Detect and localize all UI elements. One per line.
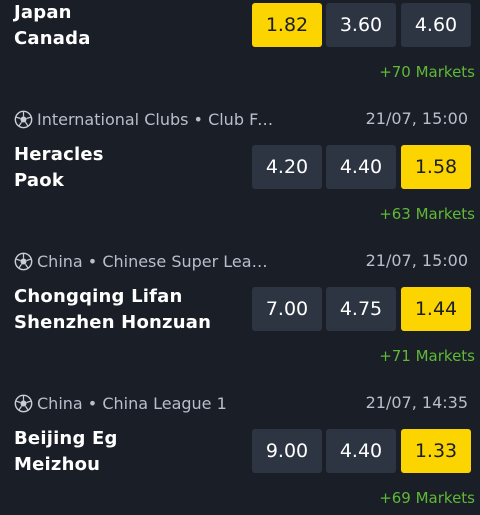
kickoff-time: 21/07, 15:00	[365, 109, 468, 128]
odd-draw-button[interactable]: 4.40	[326, 145, 396, 189]
more-markets-link[interactable]: +70 Markets	[379, 63, 475, 81]
league-label[interactable]: International Clubs • Club Fri...	[37, 110, 277, 129]
odd-home-button[interactable]: 9.00	[252, 429, 322, 473]
odd-away-button[interactable]: 1.58	[401, 145, 471, 189]
match-header: China • Chinese Super League 21/07, 15:0…	[0, 250, 480, 274]
away-team: Canada	[14, 28, 91, 49]
home-team: Heracles	[14, 144, 104, 165]
odd-draw-button[interactable]: 4.40	[326, 429, 396, 473]
match-header: China • China League 1 21/07, 14:35	[0, 392, 480, 416]
odd-home-button[interactable]: 1.82	[252, 3, 322, 47]
odd-home-button[interactable]: 7.00	[252, 287, 322, 331]
more-markets-link[interactable]: +71 Markets	[379, 347, 475, 365]
soccer-ball-icon	[14, 110, 33, 129]
league-label[interactable]: China • Chinese Super League	[37, 252, 277, 271]
soccer-ball-icon	[14, 394, 33, 413]
home-team: Chongqing Lifan	[14, 286, 183, 307]
kickoff-time: 21/07, 14:35	[365, 393, 468, 412]
odd-draw-button[interactable]: 4.75	[326, 287, 396, 331]
home-team: Beijing Eg	[14, 428, 118, 449]
home-team: Japan	[14, 2, 72, 23]
away-team: Shenzhen Honzuan	[14, 312, 212, 333]
odd-away-button[interactable]: 1.33	[401, 429, 471, 473]
kickoff-time: 21/07, 15:00	[365, 251, 468, 270]
league-label[interactable]: China • China League 1	[37, 394, 227, 413]
match-header: International Clubs • Club Fri... 21/07,…	[0, 108, 480, 132]
away-team: Paok	[14, 170, 64, 191]
more-markets-link[interactable]: +63 Markets	[379, 205, 475, 223]
soccer-ball-icon	[14, 252, 33, 271]
odd-away-button[interactable]: 1.44	[401, 287, 471, 331]
more-markets-link[interactable]: +69 Markets	[379, 489, 475, 507]
odd-away-button[interactable]: 4.60	[401, 3, 471, 47]
odd-home-button[interactable]: 4.20	[252, 145, 322, 189]
odd-draw-button[interactable]: 3.60	[326, 3, 396, 47]
away-team: Meizhou	[14, 454, 101, 475]
